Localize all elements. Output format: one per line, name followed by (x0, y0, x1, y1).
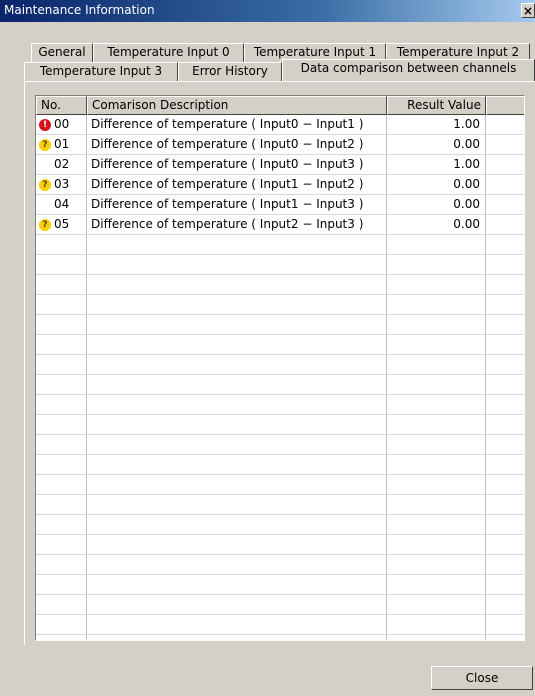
close-button[interactable]: Close (431, 666, 533, 690)
error-icon: ! (39, 119, 51, 131)
column-header-no[interactable]: No. (36, 96, 87, 115)
table-row[interactable]: ? 05 Difference of temperature ( Input2 − … (36, 215, 524, 235)
table-row[interactable] (36, 235, 524, 255)
window-title: Maintenance Information (4, 3, 155, 17)
row-number: 05 (54, 217, 70, 231)
warning-icon: ? (39, 139, 51, 151)
column-header-description[interactable]: Comarison Description (87, 96, 387, 115)
table-row[interactable] (36, 495, 524, 515)
table-row[interactable]: ? 01 Difference of temperature ( Input0 − … (36, 135, 524, 155)
table-row[interactable] (36, 515, 524, 535)
row-number: 02 (54, 157, 70, 171)
tab-data-comparison-between-channels[interactable]: Data comparison between channels (282, 59, 535, 81)
row-result-value: 1.00 (453, 157, 480, 171)
table-row[interactable] (36, 455, 524, 475)
comparison-table: No. Comarison Description Result Value !… (35, 95, 525, 641)
table-row[interactable]: 02 Difference of temperature ( Input0 − I… (36, 155, 524, 175)
table-row[interactable] (36, 255, 524, 275)
warning-icon: ? (39, 219, 51, 231)
row-description: Difference of temperature ( Input0 − Inp… (91, 117, 364, 131)
tab-error-history[interactable]: Error History (178, 62, 282, 81)
table-row[interactable] (36, 475, 524, 495)
row-description: Difference of temperature ( Input0 − Inp… (91, 157, 364, 171)
table-row[interactable] (36, 595, 524, 615)
row-result-value: 1.00 (453, 117, 480, 131)
table-row[interactable] (36, 435, 524, 455)
title-bar: Maintenance Information × (0, 0, 535, 22)
row-result-value: 0.00 (453, 137, 480, 151)
table-row[interactable] (36, 315, 524, 335)
row-description: Difference of temperature ( Input0 − Inp… (91, 137, 364, 151)
row-number: 01 (54, 137, 70, 151)
table-row[interactable] (36, 355, 524, 375)
table-row[interactable]: ? 03 Difference of temperature ( Input1 − … (36, 175, 524, 195)
warning-icon: ? (39, 179, 51, 191)
row-number: 04 (54, 197, 70, 211)
row-result-value: 0.00 (453, 217, 480, 231)
table-row[interactable] (36, 415, 524, 435)
table-row[interactable] (36, 295, 524, 315)
table-row[interactable] (36, 575, 524, 595)
table-row[interactable] (36, 615, 524, 635)
tab-general[interactable]: General (31, 43, 93, 62)
table-row[interactable]: 04 Difference of temperature ( Input1 − I… (36, 195, 524, 215)
column-header-filler (486, 96, 524, 115)
table-row[interactable] (36, 375, 524, 395)
row-number: 00 (54, 117, 70, 131)
table-row[interactable] (36, 395, 524, 415)
table-row[interactable] (36, 335, 524, 355)
row-description: Difference of temperature ( Input1 − Inp… (91, 177, 364, 191)
tab-temperature-input-0[interactable]: Temperature Input 0 (93, 43, 244, 62)
tab-temperature-input-3[interactable]: Temperature Input 3 (24, 62, 178, 81)
table-row[interactable]: ! 00 Difference of temperature ( Input0 − … (36, 115, 524, 135)
row-number: 03 (54, 177, 70, 191)
table-row[interactable] (36, 535, 524, 555)
table-row[interactable] (36, 275, 524, 295)
window-close-button[interactable]: × (521, 3, 535, 18)
row-result-value: 0.00 (453, 197, 480, 211)
row-result-value: 0.00 (453, 177, 480, 191)
row-description: Difference of temperature ( Input1 − Inp… (91, 197, 364, 211)
column-header-result[interactable]: Result Value (387, 96, 486, 115)
row-description: Difference of temperature ( Input2 − Inp… (91, 217, 364, 231)
table-row[interactable] (36, 555, 524, 575)
